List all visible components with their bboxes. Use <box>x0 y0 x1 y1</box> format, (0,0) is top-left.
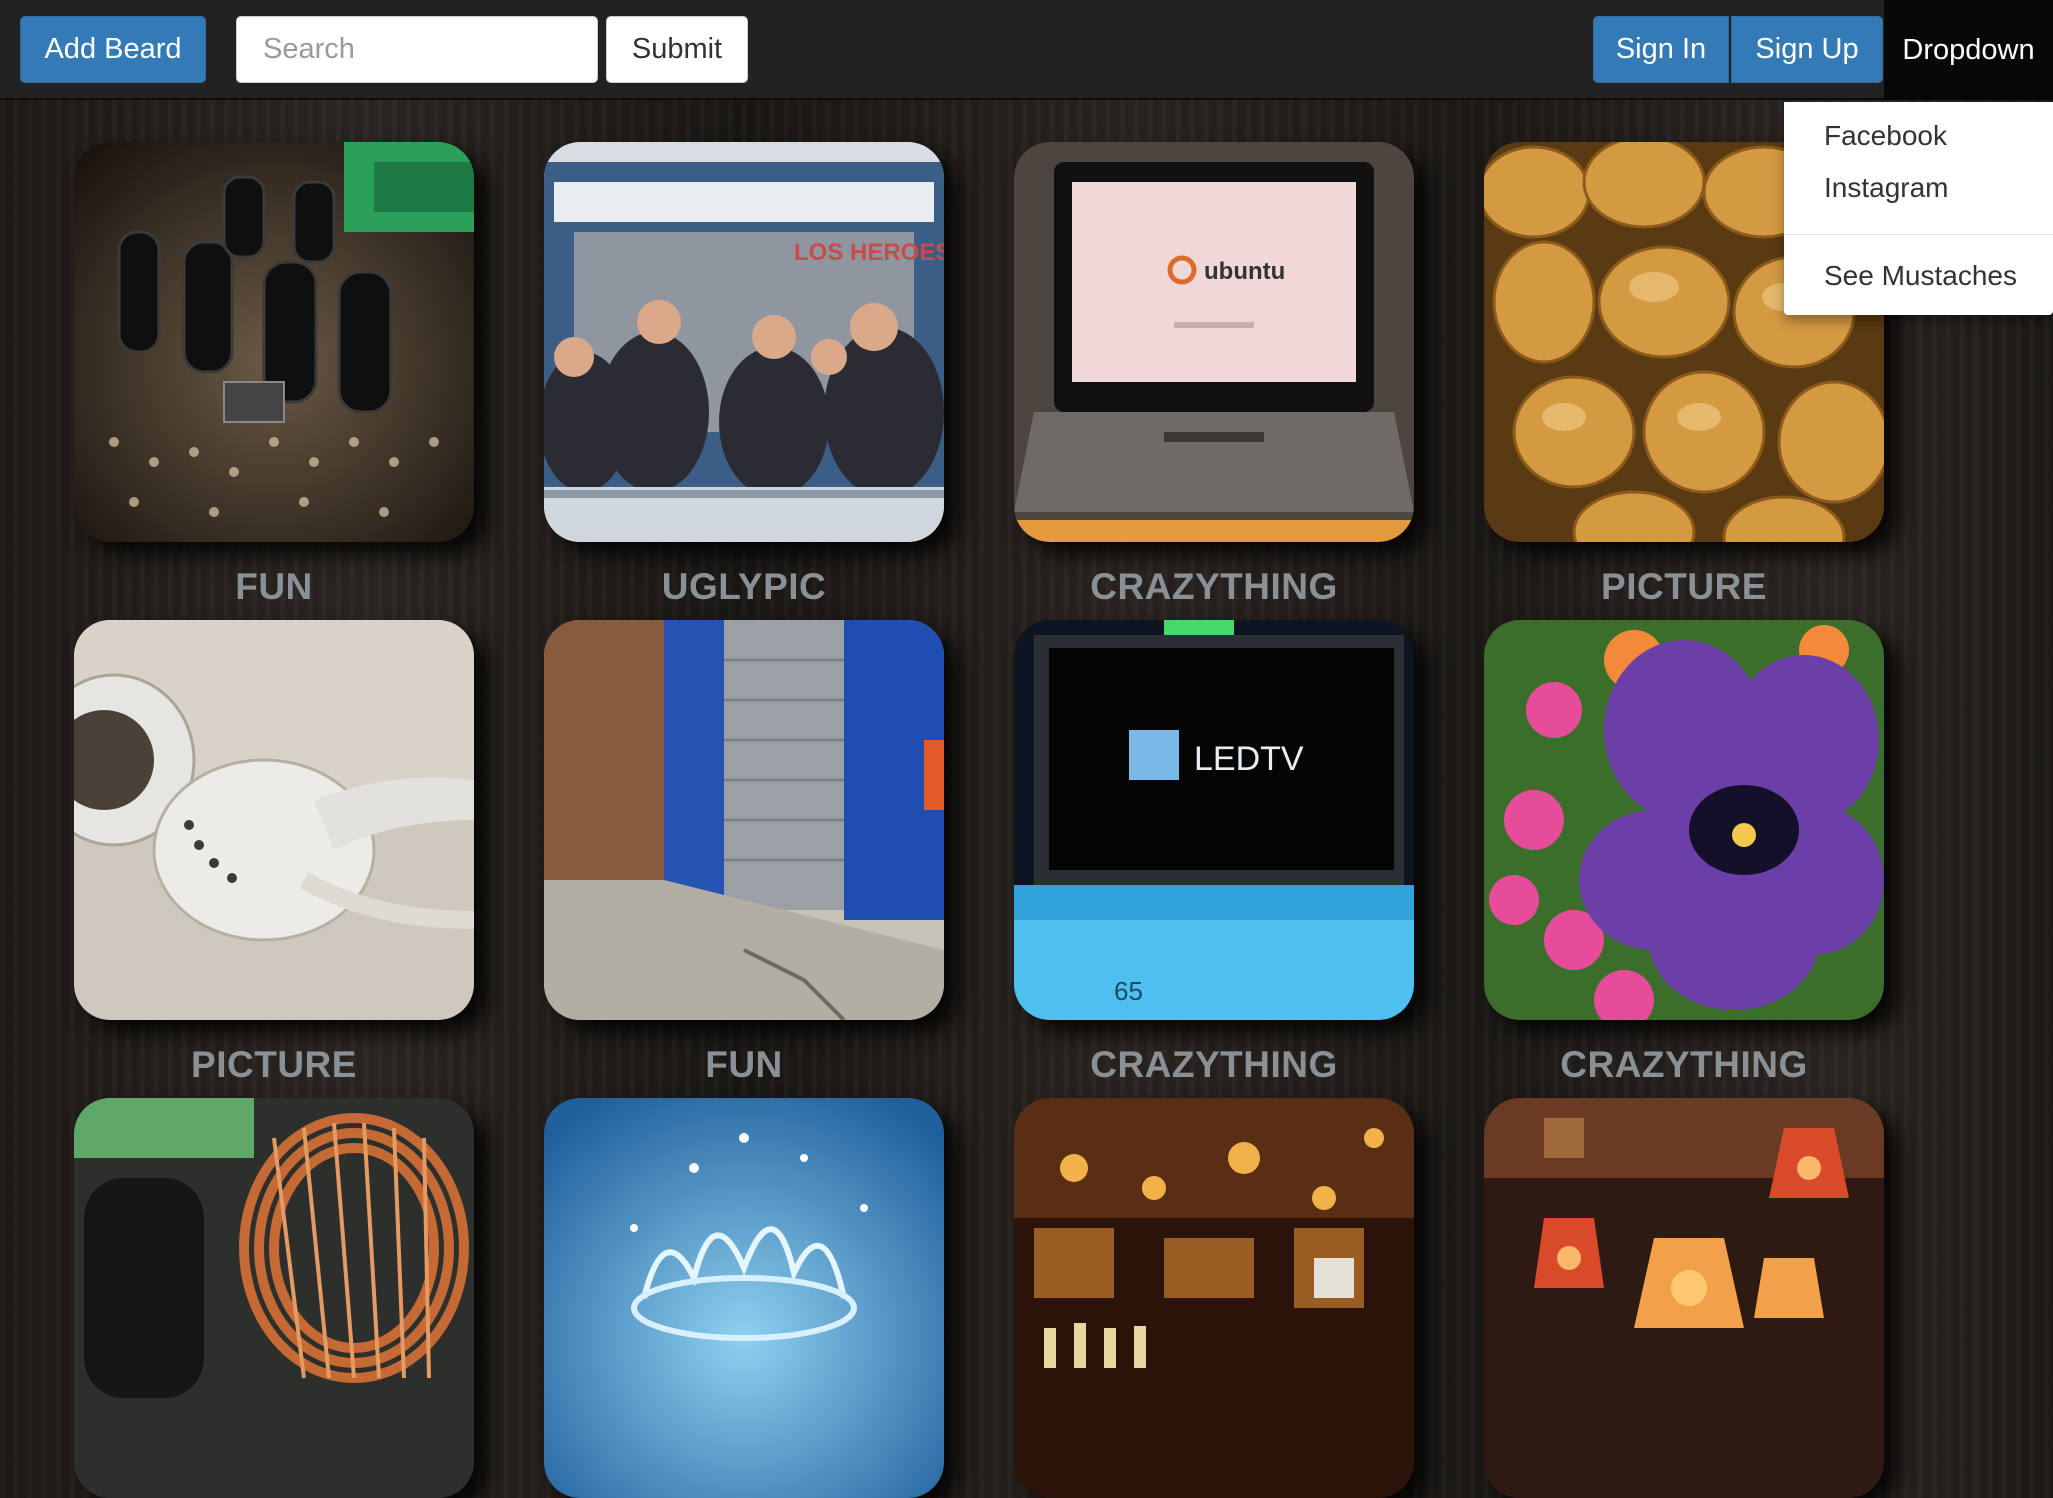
ubuntu-logo-text: ubuntu <box>1204 258 1285 285</box>
led-tv-image[interactable]: LEDTV 65 <box>1014 620 1414 1020</box>
tile-caption: CRAZYTHING <box>1560 1044 1808 1085</box>
navbar: Add Beard Submit Sign In Sign Up Dropdow… <box>0 0 2053 100</box>
dropdown-item-facebook[interactable]: Facebook <box>1824 120 1947 152</box>
tile-caption: UGLYPIC <box>661 566 827 607</box>
add-beard-button[interactable]: Add Beard <box>20 16 206 83</box>
tile-caption: CRAZYTHING <box>1090 566 1338 607</box>
tile-caption: PICTURE <box>191 1044 357 1085</box>
copper-coil-image[interactable] <box>74 1098 474 1498</box>
tile-caption: FUN <box>235 566 313 607</box>
tile-caption: PICTURE <box>1601 566 1767 607</box>
station-sign: LOS HEROES <box>794 239 944 266</box>
dropdown-item-instagram[interactable]: Instagram <box>1824 172 1949 204</box>
pansy-flower-image[interactable] <box>1484 620 1884 1020</box>
lanterns-image[interactable] <box>1484 1098 1884 1498</box>
dropdown-toggle[interactable]: Dropdown <box>1884 0 2053 100</box>
dropdown-divider <box>1784 234 2053 235</box>
sign-up-button[interactable]: Sign Up <box>1731 16 1883 83</box>
street-wall-image[interactable] <box>544 620 944 1020</box>
dropdown-item-see-mustaches[interactable]: See Mustaches <box>1824 260 2017 292</box>
tile-caption: CRAZYTHING <box>1090 1044 1338 1085</box>
tv-model-text: 65 <box>1114 976 1143 1006</box>
dropdown-menu: Facebook Instagram See Mustaches <box>1784 102 2053 315</box>
tile-caption: FUN <box>705 1044 783 1085</box>
search-input[interactable] <box>236 16 598 83</box>
water-splash-image[interactable] <box>544 1098 944 1498</box>
earbuds-image[interactable] <box>74 620 474 1020</box>
submit-button[interactable]: Submit <box>606 16 748 83</box>
bar-interior-image[interactable] <box>1014 1098 1414 1498</box>
circuit-board-image[interactable] <box>74 142 474 542</box>
led-tv-text: LEDTV <box>1194 740 1304 778</box>
ubuntu-laptop-image[interactable]: ubuntu <box>1014 142 1414 542</box>
train-passengers-image[interactable]: LOS HEROES <box>544 142 944 542</box>
sign-in-button[interactable]: Sign In <box>1593 16 1729 83</box>
